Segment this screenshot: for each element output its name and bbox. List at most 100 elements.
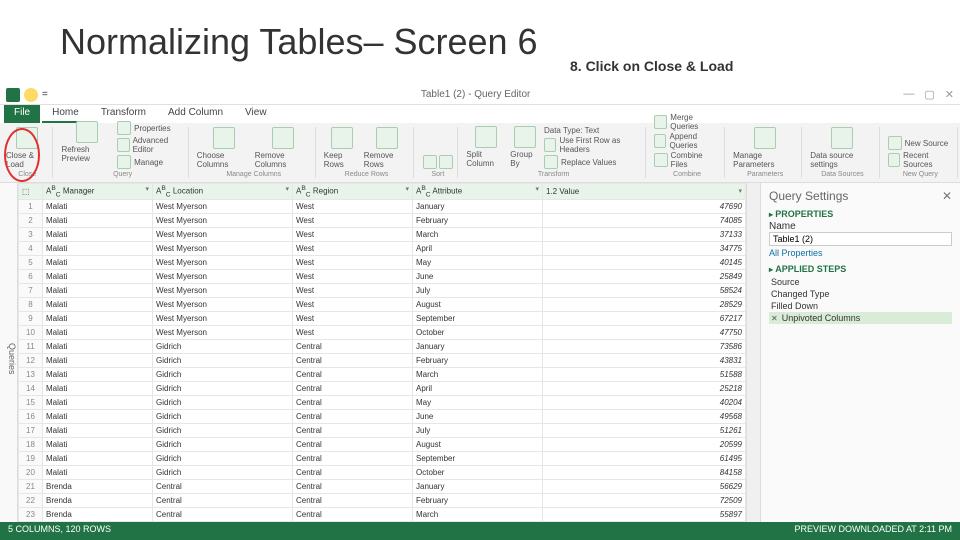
cell-location[interactable]: Gidrich bbox=[153, 340, 293, 354]
recent-sources-button[interactable]: Recent Sources bbox=[888, 151, 953, 169]
cell-value[interactable]: 47750 bbox=[543, 326, 746, 340]
cell-attribute[interactable]: April bbox=[413, 382, 543, 396]
cell-region[interactable]: Central bbox=[293, 494, 413, 508]
cell-value[interactable]: 47690 bbox=[543, 200, 746, 214]
table-row[interactable]: 10 Malati West Myerson West October 4775… bbox=[19, 326, 746, 340]
cell-manager[interactable]: Malati bbox=[43, 354, 153, 368]
properties-section-header[interactable]: PROPERTIES bbox=[769, 209, 952, 219]
cell-manager[interactable]: Malati bbox=[43, 228, 153, 242]
sort-desc-icon[interactable] bbox=[439, 155, 453, 169]
cell-manager[interactable]: Malati bbox=[43, 438, 153, 452]
cell-location[interactable]: West Myerson bbox=[153, 326, 293, 340]
minimize-button[interactable]: — bbox=[903, 88, 914, 101]
table-row[interactable]: 16 Malati Gidrich Central June 49568 bbox=[19, 410, 746, 424]
cell-location[interactable]: West Myerson bbox=[153, 228, 293, 242]
cell-region[interactable]: West bbox=[293, 242, 413, 256]
cell-region[interactable]: Central bbox=[293, 452, 413, 466]
close-and-load-button[interactable]: Close & Load bbox=[6, 127, 48, 169]
table-row[interactable]: 4 Malati West Myerson West April 34775 bbox=[19, 242, 746, 256]
cell-region[interactable]: West bbox=[293, 298, 413, 312]
merge-queries-button[interactable]: Merge Queries bbox=[654, 113, 720, 131]
cell-attribute[interactable]: February bbox=[413, 494, 543, 508]
col-region[interactable]: ABC Region▾ bbox=[293, 184, 413, 200]
all-properties-link[interactable]: All Properties bbox=[769, 248, 952, 258]
cell-location[interactable]: Gidrich bbox=[153, 368, 293, 382]
cell-location[interactable]: Central bbox=[153, 480, 293, 494]
cell-region[interactable]: West bbox=[293, 312, 413, 326]
data-grid[interactable]: ⬚ ABC Manager▾ ABC Location▾ ABC Region▾… bbox=[18, 183, 746, 527]
cell-attribute[interactable]: January bbox=[413, 200, 543, 214]
cell-value[interactable]: 55897 bbox=[543, 508, 746, 522]
table-row[interactable]: 19 Malati Gidrich Central September 6149… bbox=[19, 452, 746, 466]
cell-attribute[interactable]: April bbox=[413, 242, 543, 256]
table-row[interactable]: 8 Malati West Myerson West August 28529 bbox=[19, 298, 746, 312]
cell-attribute[interactable]: January bbox=[413, 340, 543, 354]
table-row[interactable]: 5 Malati West Myerson West May 40145 bbox=[19, 256, 746, 270]
cell-location[interactable]: Gidrich bbox=[153, 438, 293, 452]
cell-attribute[interactable]: March bbox=[413, 508, 543, 522]
combine-files-button[interactable]: Combine Files bbox=[654, 151, 720, 169]
cell-manager[interactable]: Malati bbox=[43, 396, 153, 410]
table-row[interactable]: 13 Malati Gidrich Central March 51588 bbox=[19, 368, 746, 382]
cell-value[interactable]: 25849 bbox=[543, 270, 746, 284]
cell-value[interactable]: 40145 bbox=[543, 256, 746, 270]
cell-location[interactable]: Gidrich bbox=[153, 410, 293, 424]
query-settings-close-button[interactable]: ✕ bbox=[942, 189, 952, 203]
replace-values-button[interactable]: Replace Values bbox=[544, 155, 616, 169]
table-row[interactable]: 21 Brenda Central Central January 56629 bbox=[19, 480, 746, 494]
table-row[interactable]: 12 Malati Gidrich Central February 43831 bbox=[19, 354, 746, 368]
queries-pane-tab[interactable]: Queries bbox=[0, 183, 18, 527]
cell-manager[interactable]: Malati bbox=[43, 312, 153, 326]
cell-region[interactable]: Central bbox=[293, 410, 413, 424]
choose-columns-button[interactable]: Choose Columns bbox=[197, 127, 251, 169]
cell-location[interactable]: Central bbox=[153, 494, 293, 508]
data-type-button[interactable]: Data Type: Text bbox=[544, 126, 599, 135]
cell-region[interactable]: Central bbox=[293, 340, 413, 354]
cell-location[interactable]: Central bbox=[153, 508, 293, 522]
cell-region[interactable]: Central bbox=[293, 438, 413, 452]
cell-manager[interactable]: Brenda bbox=[43, 494, 153, 508]
cell-manager[interactable]: Malati bbox=[43, 284, 153, 298]
close-window-button[interactable]: ✕ bbox=[945, 88, 954, 101]
cell-region[interactable]: Central bbox=[293, 396, 413, 410]
cell-manager[interactable]: Malati bbox=[43, 270, 153, 284]
cell-region[interactable]: West bbox=[293, 200, 413, 214]
cell-attribute[interactable]: February bbox=[413, 354, 543, 368]
applied-steps-header[interactable]: APPLIED STEPS bbox=[769, 264, 952, 274]
refresh-preview-button[interactable]: Refresh Preview bbox=[61, 121, 113, 169]
cell-location[interactable]: West Myerson bbox=[153, 270, 293, 284]
cell-attribute[interactable]: June bbox=[413, 410, 543, 424]
table-row[interactable]: 23 Brenda Central Central March 55897 bbox=[19, 508, 746, 522]
cell-region[interactable]: Central bbox=[293, 508, 413, 522]
manage-parameters-button[interactable]: Manage Parameters bbox=[733, 127, 797, 169]
cell-location[interactable]: West Myerson bbox=[153, 298, 293, 312]
cell-location[interactable]: Gidrich bbox=[153, 382, 293, 396]
cell-attribute[interactable]: May bbox=[413, 396, 543, 410]
cell-value[interactable]: 28529 bbox=[543, 298, 746, 312]
cell-region[interactable]: Central bbox=[293, 354, 413, 368]
table-row[interactable]: 9 Malati West Myerson West September 672… bbox=[19, 312, 746, 326]
cell-region[interactable]: West bbox=[293, 270, 413, 284]
cell-location[interactable]: West Myerson bbox=[153, 242, 293, 256]
cell-region[interactable]: Central bbox=[293, 466, 413, 480]
cell-region[interactable]: Central bbox=[293, 480, 413, 494]
split-column-button[interactable]: Split Column bbox=[466, 126, 506, 169]
cell-manager[interactable]: Malati bbox=[43, 326, 153, 340]
properties-button[interactable]: Properties bbox=[117, 121, 170, 135]
cell-location[interactable]: West Myerson bbox=[153, 284, 293, 298]
applied-step[interactable]: Changed Type bbox=[769, 288, 952, 300]
cell-location[interactable]: Gidrich bbox=[153, 466, 293, 480]
table-row[interactable]: 6 Malati West Myerson West June 25849 bbox=[19, 270, 746, 284]
cell-attribute[interactable]: February bbox=[413, 214, 543, 228]
cell-region[interactable]: West bbox=[293, 228, 413, 242]
cell-attribute[interactable]: March bbox=[413, 228, 543, 242]
cell-location[interactable]: West Myerson bbox=[153, 200, 293, 214]
cell-attribute[interactable]: March bbox=[413, 368, 543, 382]
table-row[interactable]: 17 Malati Gidrich Central July 51261 bbox=[19, 424, 746, 438]
cell-attribute[interactable]: July bbox=[413, 284, 543, 298]
cell-value[interactable]: 40204 bbox=[543, 396, 746, 410]
table-row[interactable]: 2 Malati West Myerson West February 7408… bbox=[19, 214, 746, 228]
query-name-input[interactable] bbox=[769, 232, 952, 246]
cell-manager[interactable]: Malati bbox=[43, 368, 153, 382]
table-row[interactable]: 1 Malati West Myerson West January 47690 bbox=[19, 200, 746, 214]
